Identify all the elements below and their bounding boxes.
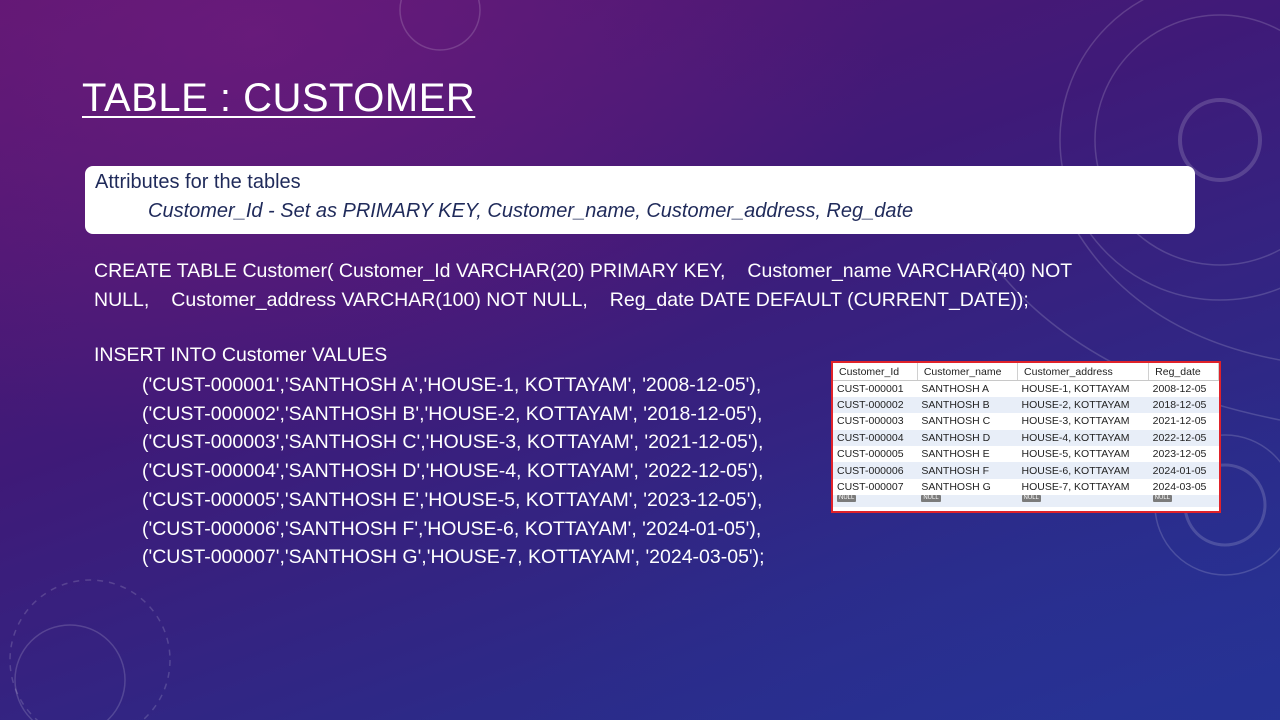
table-row: CUST-000007 SANTHOSH G HOUSE-7, KOTTAYAM…: [833, 478, 1219, 496]
table-cell: SANTHOSH G: [917, 478, 1018, 496]
table-null-row: NULL NULL NULL NULL: [833, 495, 1219, 508]
table-cell: CUST-000006: [833, 462, 918, 479]
table-cell: SANTHOSH B: [917, 396, 1018, 414]
table-cell: HOUSE-3, KOTTAYAM: [1017, 413, 1149, 430]
column-header: Customer_address: [1017, 363, 1150, 381]
table-cell: SANTHOSH F: [917, 462, 1018, 479]
table-row: CUST-000004 SANTHOSH D HOUSE-4, KOTTAYAM…: [833, 429, 1219, 447]
column-header: Customer_name: [917, 363, 1019, 381]
table-cell: CUST-000005: [833, 446, 918, 463]
null-badge: NULL: [921, 495, 941, 503]
table-cell: HOUSE-2, KOTTAYAM: [1017, 396, 1149, 414]
column-header: Reg_date: [1148, 363, 1219, 381]
insert-value-row: ('CUST-000007','SANTHOSH G','HOUSE-7, KO…: [142, 546, 765, 569]
table-cell: 2021-12-05: [1148, 413, 1219, 430]
table-cell: 2008-12-05: [1148, 380, 1219, 397]
null-badge: NULL: [1152, 495, 1173, 503]
table-cell: 2023-12-05: [1148, 446, 1219, 463]
table-cell: CUST-000001: [833, 380, 918, 397]
create-line-2a: NULL,: [94, 289, 150, 311]
table-cell: HOUSE-1, KOTTAYAM: [1017, 380, 1149, 397]
table-cell: 2024-03-05: [1148, 478, 1219, 496]
table-cell: CUST-000003: [833, 413, 918, 430]
table-cell: HOUSE-7, KOTTAYAM: [1017, 478, 1149, 496]
insert-value-row: ('CUST-000003','SANTHOSH C','HOUSE-3, KO…: [142, 431, 764, 454]
result-table: Customer_Id Customer_name Customer_addre…: [833, 363, 1219, 508]
table-cell: 2022-12-05: [1148, 429, 1219, 447]
attributes-heading: Attributes for the tables: [95, 171, 301, 193]
table-cell: HOUSE-4, KOTTAYAM: [1017, 429, 1149, 447]
table-header-row: Customer_Id Customer_name Customer_addre…: [833, 363, 1219, 381]
table-cell: CUST-000004: [833, 429, 918, 447]
table-cell: HOUSE-5, KOTTAYAM: [1017, 446, 1149, 463]
create-line-2c: Reg_date DATE DEFAULT (CURRENT_DATE));: [609, 289, 1029, 311]
table-row: CUST-000002 SANTHOSH B HOUSE-2, KOTTAYAM…: [833, 396, 1219, 414]
insert-value-row: ('CUST-000006','SANTHOSH F','HOUSE-6, KO…: [142, 517, 762, 540]
insert-value-row: ('CUST-000002','SANTHOSH B','HOUSE-2, KO…: [142, 402, 763, 425]
table-row: CUST-000001 SANTHOSH A HOUSE-1, KOTTAYAM…: [833, 380, 1219, 397]
table-row: CUST-000005 SANTHOSH E HOUSE-5, KOTTAYAM…: [833, 446, 1219, 463]
insert-value-row: ('CUST-000004','SANTHOSH D','HOUSE-4, KO…: [142, 460, 764, 483]
create-line-1b: Customer_name VARCHAR(40) NOT: [747, 260, 1073, 282]
table-cell: SANTHOSH C: [917, 413, 1018, 430]
table-cell: CUST-000007: [833, 478, 918, 496]
table-cell: HOUSE-6, KOTTAYAM: [1017, 462, 1149, 479]
column-header: Customer_Id: [833, 363, 918, 381]
insert-values-list: ('CUST-000001','SANTHOSH A','HOUSE-1, KO…: [142, 371, 765, 572]
insert-value-row: ('CUST-000005','SANTHOSH E','HOUSE-5, KO…: [142, 488, 763, 511]
table-cell: 2018-12-05: [1148, 396, 1219, 414]
table-cell: CUST-000002: [833, 396, 918, 414]
create-line-1: CREATE TABLE Customer( Customer_Id VARCH…: [94, 260, 726, 282]
insert-statement-head: INSERT INTO Customer VALUES: [94, 344, 388, 366]
create-table-statement: CREATE TABLE Customer( Customer_Id VARCH…: [94, 257, 1144, 315]
create-line-2b: Customer_address VARCHAR(100) NOT NULL,: [171, 289, 588, 311]
attributes-list: Customer_Id - Set as PRIMARY KEY, Custom…: [148, 200, 914, 222]
insert-value-row: ('CUST-000001','SANTHOSH A','HOUSE-1, KO…: [142, 374, 762, 396]
table-row: CUST-000006 SANTHOSH F HOUSE-6, KOTTAYAM…: [833, 462, 1219, 479]
table-cell: 2024-01-05: [1148, 462, 1219, 479]
result-table-screenshot: Customer_Id Customer_name Customer_addre…: [831, 361, 1221, 513]
null-badge: NULL: [1021, 495, 1041, 503]
page-title: TABLE : CUSTOMER: [82, 76, 476, 120]
null-badge: NULL: [837, 495, 857, 503]
table-row: CUST-000003 SANTHOSH C HOUSE-3, KOTTAYAM…: [833, 413, 1219, 430]
table-cell: SANTHOSH E: [917, 446, 1018, 463]
table-cell: SANTHOSH A: [917, 380, 1018, 397]
attributes-box: Attributes for the tables Customer_Id - …: [85, 166, 1195, 234]
table-cell: SANTHOSH D: [917, 429, 1018, 447]
